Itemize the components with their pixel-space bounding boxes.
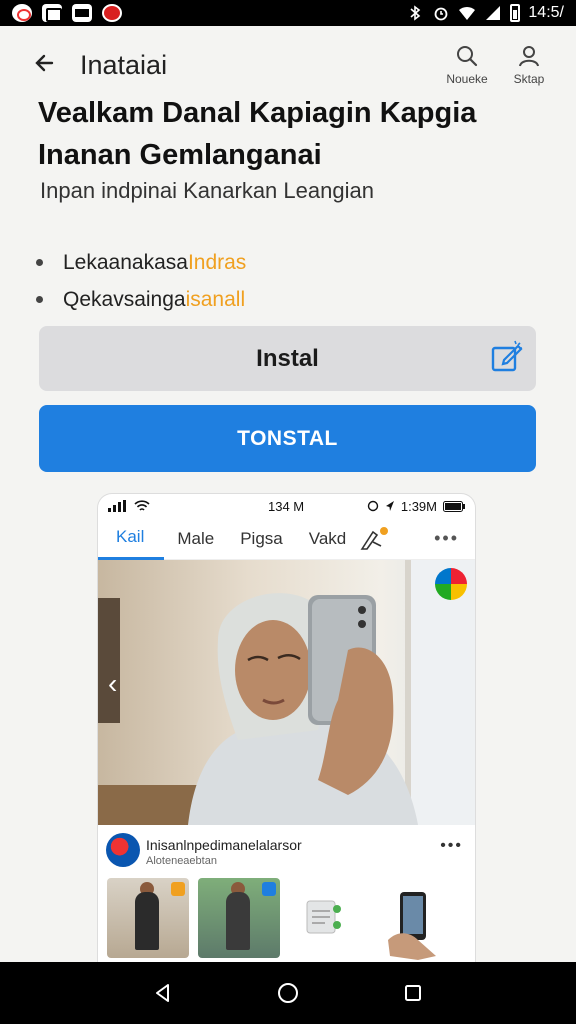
document-icon[interactable] xyxy=(303,895,343,943)
status-bar: 14:5/ xyxy=(0,0,576,26)
wifi-icon xyxy=(459,6,476,20)
person-figure xyxy=(226,892,250,950)
install-primary-label: TONSTAL xyxy=(237,426,338,450)
home-button[interactable] xyxy=(268,973,308,1013)
more-icon[interactable]: ••• xyxy=(440,837,463,855)
app-d-icon xyxy=(102,4,122,22)
back-triangle-icon xyxy=(155,984,169,1002)
brush-icon[interactable] xyxy=(359,526,391,552)
edit-icon[interactable] xyxy=(490,340,524,374)
home-circle-icon xyxy=(277,983,298,1003)
wall-frame xyxy=(98,598,120,723)
bullet-icon xyxy=(36,259,43,266)
app-b-icon xyxy=(42,4,62,22)
list-item: Qekavsainga isanall xyxy=(36,281,246,318)
post-subtitle: Aloteneaebtan xyxy=(146,855,217,867)
avatar[interactable] xyxy=(106,833,140,867)
more-icon[interactable]: ••• xyxy=(434,528,475,549)
search-button[interactable]: Noueke xyxy=(437,44,497,86)
tab-pigsa[interactable]: Pigsa xyxy=(227,518,296,560)
bullet-highlight: isanall xyxy=(185,287,246,311)
signal-icon xyxy=(108,500,126,512)
thumbnail[interactable] xyxy=(107,878,189,958)
badge-icon xyxy=(262,882,276,896)
mockup-clock: 1:39M xyxy=(400,498,437,514)
install-gray-label: Instal xyxy=(256,344,319,372)
mockup-time: 134 M xyxy=(268,499,305,514)
headline: Vealkam Danal Kapiagin Kapgia Inanan Gem… xyxy=(38,97,477,171)
feature-list: Lekaanakasa Indras Qekavsainga isanall xyxy=(36,244,246,318)
brand-badge-icon xyxy=(435,568,467,600)
bullet-text: Qekavsainga xyxy=(63,287,186,311)
tab-vakd[interactable]: Vakd xyxy=(296,518,360,560)
location-icon xyxy=(385,501,394,511)
bullet-highlight: Indras xyxy=(187,250,247,274)
recents-square-icon xyxy=(405,985,422,1001)
back-arrow-icon[interactable] xyxy=(30,48,60,78)
install-gray-button[interactable]: Instal xyxy=(39,326,536,391)
profile-label: Sktap xyxy=(513,72,545,86)
person-selfie-image xyxy=(188,593,418,825)
install-primary-button[interactable]: TONSTAL xyxy=(39,405,536,472)
thumbnail[interactable] xyxy=(198,878,280,958)
battery-icon xyxy=(443,500,465,512)
alarm-icon xyxy=(435,7,448,21)
chevron-left-icon[interactable]: ‹ xyxy=(108,668,117,700)
post-title: Inisanlnpedimanelalarsor xyxy=(146,837,302,853)
battery-icon xyxy=(510,4,521,22)
signal-icon xyxy=(486,6,501,20)
tab-male[interactable]: Male xyxy=(164,518,227,560)
mockup-tabs: Kail Male Pigsa Vakd ••• xyxy=(98,518,475,560)
post-card: Inisanlnpedimanelalarsor Aloteneaebtan •… xyxy=(98,825,475,962)
mockup-status-bar: 134 M 1:39M xyxy=(98,494,475,518)
app-a-icon xyxy=(12,4,32,22)
bullet-text: Lekaanakasa xyxy=(63,250,188,274)
app-bar: Inataiai Noueke Sktap xyxy=(0,30,576,100)
badge-icon xyxy=(171,882,185,896)
bullet-icon xyxy=(36,296,43,303)
app-preview-mockup: 134 M 1:39M Kail Male Pigsa Vakd ••• ‹ I… xyxy=(98,494,475,962)
page-title: Inataiai xyxy=(80,50,168,80)
bluetooth-icon xyxy=(410,5,421,21)
alarm-icon xyxy=(367,500,379,512)
profile-button[interactable]: Sktap xyxy=(499,44,559,86)
person-figure xyxy=(135,892,159,950)
back-button[interactable] xyxy=(143,973,183,1013)
user-icon xyxy=(519,46,539,67)
recents-button[interactable] xyxy=(393,973,433,1013)
search-label: Noueke xyxy=(446,72,488,86)
status-time: 14:5/ xyxy=(528,4,564,21)
wifi-icon xyxy=(134,500,150,511)
feed-photo[interactable]: ‹ xyxy=(98,560,475,825)
app-c-icon xyxy=(72,4,92,22)
search-icon xyxy=(457,46,478,67)
list-item: Lekaanakasa Indras xyxy=(36,244,246,281)
subheadline: Inpan indpinai Kanarkan Leangian xyxy=(40,178,374,203)
phone-in-hand-image[interactable] xyxy=(388,890,458,960)
tab-kail[interactable]: Kail xyxy=(98,518,165,560)
system-nav-bar xyxy=(0,962,576,1024)
